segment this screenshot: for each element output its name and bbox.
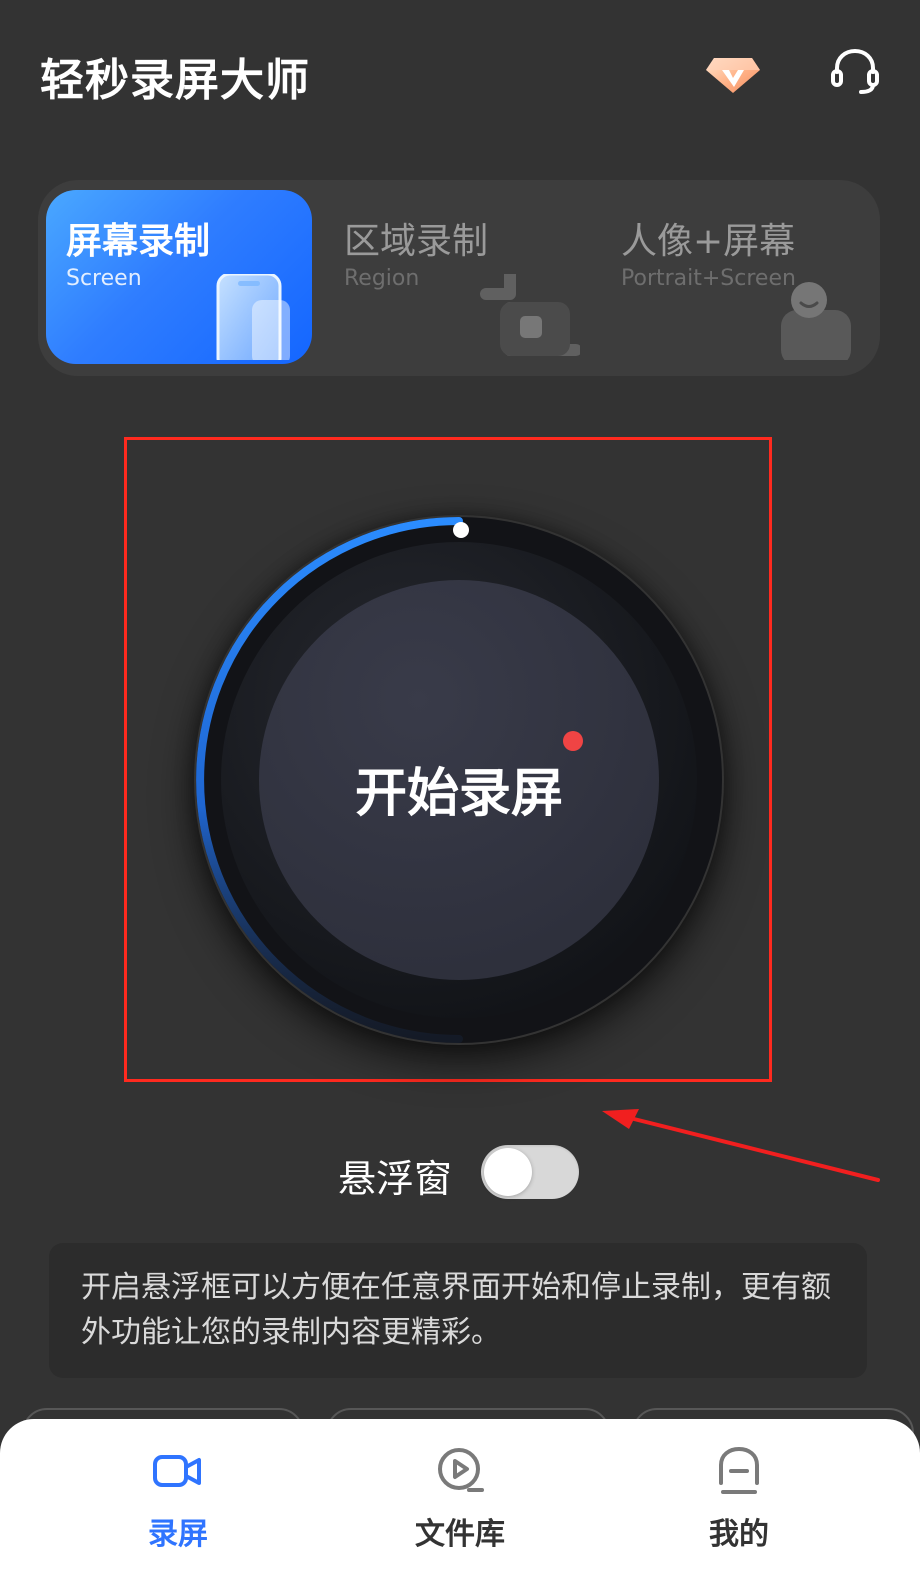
pointer-arrow xyxy=(602,1109,880,1182)
region-crop-icon xyxy=(480,268,582,364)
mode-screen-card[interactable]: 屏幕录制 Screen xyxy=(46,190,312,364)
mode-region-title: 区域录制 xyxy=(344,221,489,262)
nav-profile[interactable]: 我的 xyxy=(629,1419,849,1574)
floating-window-toggle[interactable] xyxy=(481,1145,579,1199)
nav-library-label: 文件库 xyxy=(415,1517,505,1552)
app-title: 轻秒录屏大师 xyxy=(40,55,310,106)
toggle-knob xyxy=(484,1148,532,1196)
mode-selector: 屏幕录制 Screen 区域录制 Region 人像+屏幕 Portrait+S… xyxy=(38,180,880,376)
start-record-button[interactable]: 开始录屏 xyxy=(194,515,724,1045)
mode-region-subtitle: Region xyxy=(344,266,420,291)
nav-record-label: 录屏 xyxy=(148,1517,208,1552)
mode-screen-subtitle: Screen xyxy=(66,266,142,291)
floating-window-row: 悬浮窗 xyxy=(338,1144,588,1201)
profile-icon xyxy=(713,1445,765,1497)
bottom-navigation: 录屏 文件库 我的 xyxy=(0,1419,920,1574)
nav-library[interactable]: 文件库 xyxy=(350,1419,570,1574)
mode-screen-title: 屏幕录制 xyxy=(66,221,211,262)
record-indicator-dot xyxy=(563,731,583,751)
nav-record[interactable]: 录屏 xyxy=(68,1419,288,1574)
mode-region-card[interactable]: 区域录制 Region xyxy=(324,190,590,364)
vip-diamond-icon[interactable] xyxy=(706,50,760,94)
support-headset-icon[interactable] xyxy=(828,44,882,98)
phone-icon xyxy=(210,272,294,364)
video-camera-icon xyxy=(152,1445,204,1497)
floating-window-tip: 开启悬浮框可以方便在任意界面开始和停止录制，更有额外功能让您的录制内容更精彩。 xyxy=(49,1243,867,1378)
floating-window-label: 悬浮窗 xyxy=(338,1157,453,1201)
mode-portrait-card[interactable]: 人像+屏幕 Portrait+Screen xyxy=(601,190,871,364)
start-record-label: 开始录屏 xyxy=(354,764,563,824)
play-library-icon xyxy=(434,1445,486,1497)
nav-profile-label: 我的 xyxy=(709,1517,769,1552)
portrait-icon xyxy=(775,274,855,364)
mode-portrait-subtitle: Portrait+Screen xyxy=(621,266,796,291)
mode-portrait-title: 人像+屏幕 xyxy=(621,221,796,262)
